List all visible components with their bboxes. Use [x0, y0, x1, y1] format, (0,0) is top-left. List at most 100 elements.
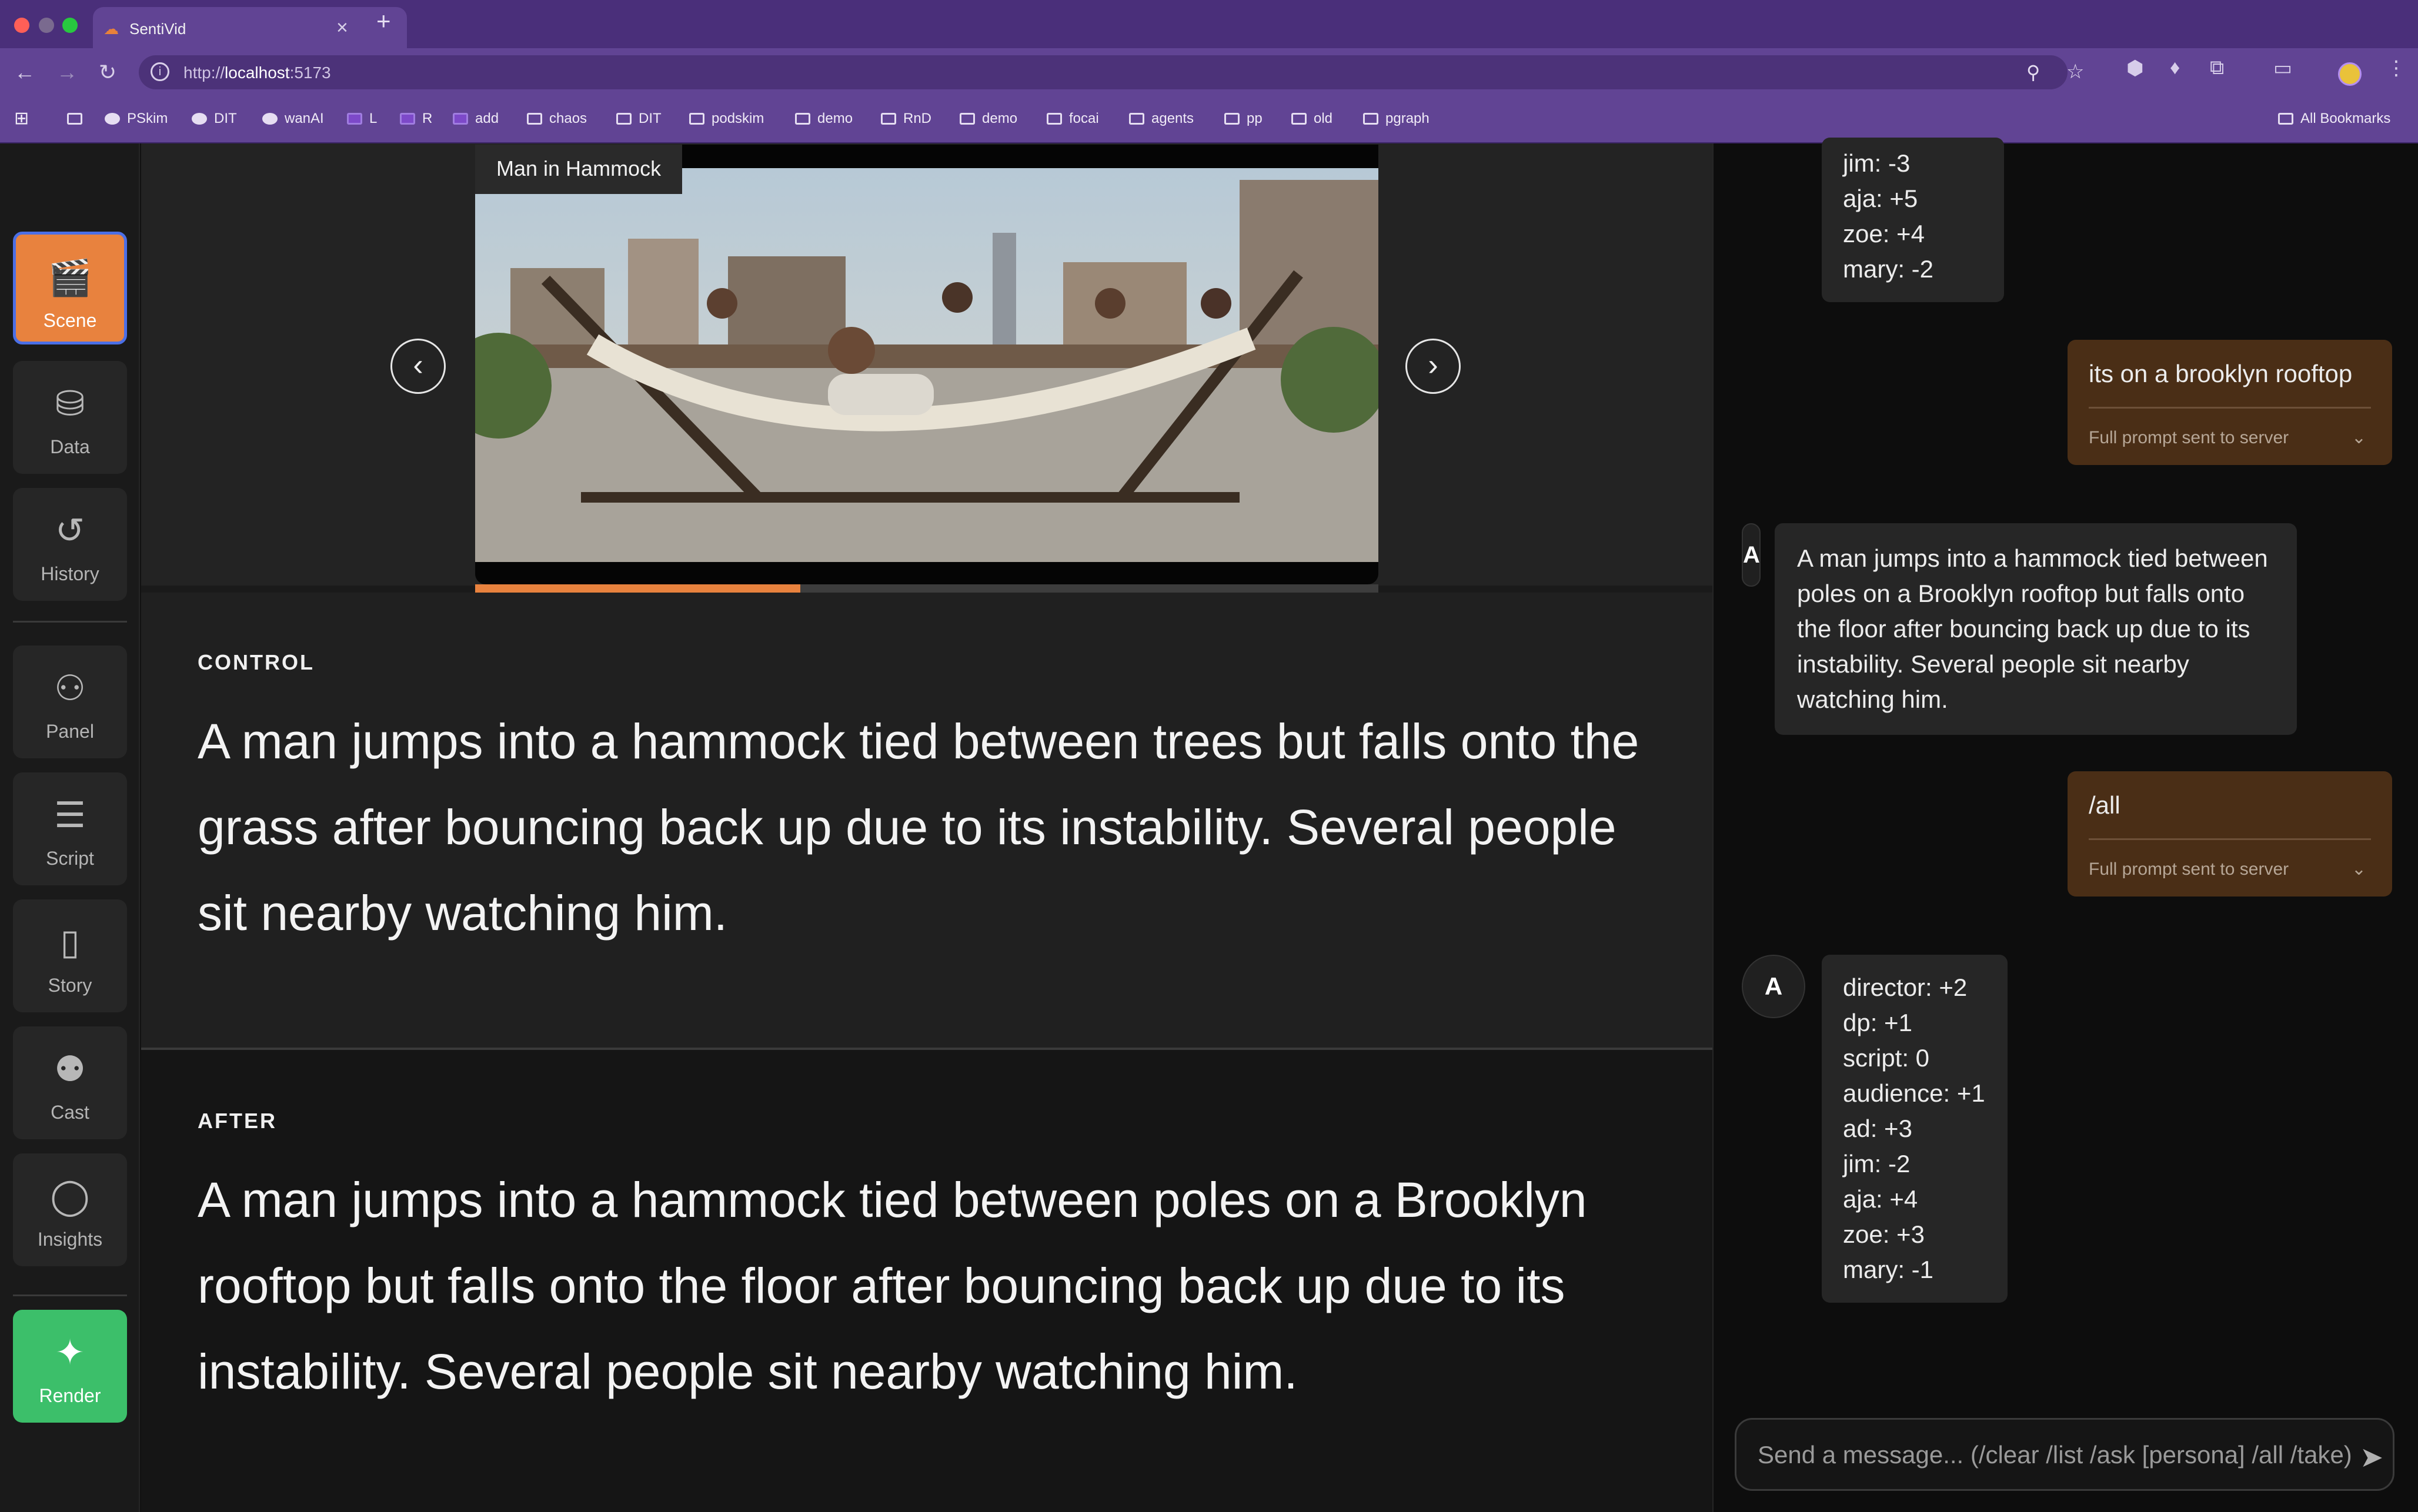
sidebar-item-panel[interactable]: ⚇ Panel	[13, 645, 127, 758]
clapperboard-icon: 🎬	[48, 258, 92, 297]
bookmark-folder[interactable]: old	[1291, 111, 1332, 127]
reload-icon[interactable]: ↻	[99, 60, 116, 85]
sidebar-item-label: Data	[50, 436, 90, 457]
bookmark-folder[interactable]: demo	[960, 111, 1017, 127]
bookmark-folder[interactable]: DIT	[616, 111, 662, 127]
sidebar-item-label: History	[41, 563, 99, 584]
folder-icon	[1129, 113, 1144, 125]
full-prompt-toggle[interactable]: Full prompt sent to server ⌄	[2089, 427, 2371, 449]
control-heading: CONTROL	[198, 650, 315, 674]
score-line: dp: +1	[1843, 1009, 1912, 1036]
score-line: mary: -1	[1843, 1256, 1934, 1283]
menu-icon[interactable]: ⋮	[2386, 56, 2406, 80]
bookmark-folder[interactable]: demo	[795, 111, 853, 127]
browser-tab[interactable]: ☁ SentiVid ×	[93, 7, 407, 48]
chevron-down-icon: ⌄	[2351, 428, 2366, 447]
score-line: jim: -3	[1843, 149, 1911, 177]
prev-video-button[interactable]: ‹	[390, 339, 446, 394]
folder-icon	[1224, 113, 1240, 125]
score-line: director: +2	[1843, 974, 1968, 1001]
control-text: A man jumps into a hammock tied between …	[198, 714, 1639, 941]
bookmark-app-icon	[347, 113, 362, 125]
score-line: zoe: +4	[1843, 220, 1925, 247]
sidebar-item-script[interactable]: ☰ Script	[13, 772, 127, 885]
assistant-message: A man jumps into a hammock tied between …	[1775, 523, 2297, 735]
send-icon[interactable]: ➤	[2360, 1441, 2383, 1474]
tab-search-icon[interactable]: ▭	[2273, 56, 2292, 80]
bookmark-item[interactable]: PSkim	[105, 111, 168, 127]
assistant-score-message: jim: -3 aja: +5 zoe: +4 mary: -2	[1822, 138, 2004, 302]
bookmark-folder[interactable]: agents	[1129, 111, 1194, 127]
bookmark-folder[interactable]: RnD	[881, 111, 931, 127]
minimize-window-button[interactable]	[39, 18, 54, 33]
folder-icon	[527, 113, 542, 125]
zoom-icon[interactable]: ⚲	[2026, 61, 2040, 83]
video-frame	[475, 168, 1378, 562]
folder-icon	[795, 113, 810, 125]
render-button[interactable]: ✦ Render	[13, 1310, 127, 1423]
score-line: aja: +5	[1843, 185, 1918, 212]
score-line: script: 0	[1843, 1044, 1930, 1072]
apps-icon[interactable]: ⊞	[14, 108, 29, 129]
new-tab-icon[interactable]: +	[376, 7, 391, 35]
sidebar-item-history[interactable]: ↺ History	[13, 488, 127, 601]
sidebar-item-label: Cast	[51, 1102, 89, 1123]
bookmark-folder[interactable]: pp	[1224, 111, 1263, 127]
bookmarks-bar: ⊞ PSkim DIT wanAI L R add chaos DIT pods…	[0, 98, 2418, 143]
bookmark-item[interactable]: R	[400, 111, 432, 127]
extension-icon[interactable]: ♦	[2170, 56, 2180, 79]
bookmark-item[interactable]: wanAI	[262, 111, 324, 127]
bookmark-star-icon[interactable]: ☆	[2066, 60, 2084, 83]
bookmark-item[interactable]: DIT	[192, 111, 237, 127]
github-icon	[105, 113, 120, 125]
folder-icon	[2278, 113, 2293, 125]
bookmark-item[interactable]: add	[453, 111, 499, 127]
sidebar-item-data[interactable]: ⛁ Data	[13, 361, 127, 474]
close-tab-icon[interactable]: ×	[336, 16, 348, 39]
cast-icon: ⚉	[54, 1049, 86, 1089]
folder-icon	[616, 113, 632, 125]
bookmark-folder[interactable]: focai	[1047, 111, 1099, 127]
video-progress-bar[interactable]	[475, 584, 1378, 593]
score-line: mary: -2	[1843, 255, 1934, 283]
folder-icon	[1291, 113, 1307, 125]
site-info-icon[interactable]: i	[151, 62, 169, 81]
bookmark-item[interactable]	[67, 111, 89, 127]
message-divider	[2089, 407, 2371, 409]
bookmark-folder[interactable]: chaos	[527, 111, 587, 127]
sidebar-item-cast[interactable]: ⚉ Cast	[13, 1026, 127, 1139]
script-icon: ☰	[54, 795, 86, 835]
extension-icon[interactable]: ⬢	[2126, 56, 2144, 80]
score-line: zoe: +3	[1843, 1220, 1925, 1248]
address-bar[interactable]: i http://localhost:5173 ⚲ ☆	[139, 55, 2084, 89]
url-text: http://localhost:5173	[183, 63, 331, 82]
bookmark-folder[interactable]: podskim	[689, 111, 764, 127]
all-bookmarks-folder[interactable]: All Bookmarks	[2278, 111, 2390, 127]
maximize-window-button[interactable]	[62, 18, 78, 33]
full-prompt-label: Full prompt sent to server	[2089, 859, 2289, 879]
control-section: CONTROL A man jumps into a hammock tied …	[141, 593, 1712, 1048]
bookmark-folder[interactable]: pgraph	[1363, 111, 1430, 127]
score-line: jim: -2	[1843, 1150, 1911, 1178]
close-window-button[interactable]	[14, 18, 29, 33]
profile-avatar[interactable]	[2338, 62, 2362, 86]
video-player[interactable]: Man in Hammock	[475, 145, 1378, 584]
full-prompt-toggle[interactable]: Full prompt sent to server ⌄	[2089, 859, 2371, 880]
forward-icon[interactable]: →	[56, 60, 78, 85]
sidebar: 🎬 Scene ⛁ Data ↺ History ⚇ Panel ☰ Scrip…	[0, 143, 140, 1512]
message-input[interactable]	[1758, 1441, 2357, 1469]
assistant-avatar: A	[1742, 955, 1805, 1018]
next-video-button[interactable]: ›	[1405, 339, 1461, 394]
sidebar-item-story[interactable]: ▯ Story	[13, 899, 127, 1012]
assistant-message-text: A man jumps into a hammock tied between …	[1797, 544, 2268, 713]
main-panel: ‹ › Man in Hammock CONTROL A man jumps i…	[141, 143, 1712, 1512]
bookmark-item[interactable]: L	[347, 111, 377, 127]
after-section: AFTER A man jumps into a hammock tied be…	[141, 1050, 1712, 1512]
folder-icon	[1047, 113, 1062, 125]
sidebar-item-scene[interactable]: 🎬 Scene	[13, 232, 127, 344]
after-heading: AFTER	[198, 1109, 277, 1133]
back-icon[interactable]: ←	[14, 60, 35, 85]
sidebar-item-label: Insights	[37, 1229, 103, 1250]
puzzle-icon[interactable]: ⧉	[2210, 56, 2224, 79]
sidebar-item-insights[interactable]: ◯ Insights	[13, 1153, 127, 1266]
